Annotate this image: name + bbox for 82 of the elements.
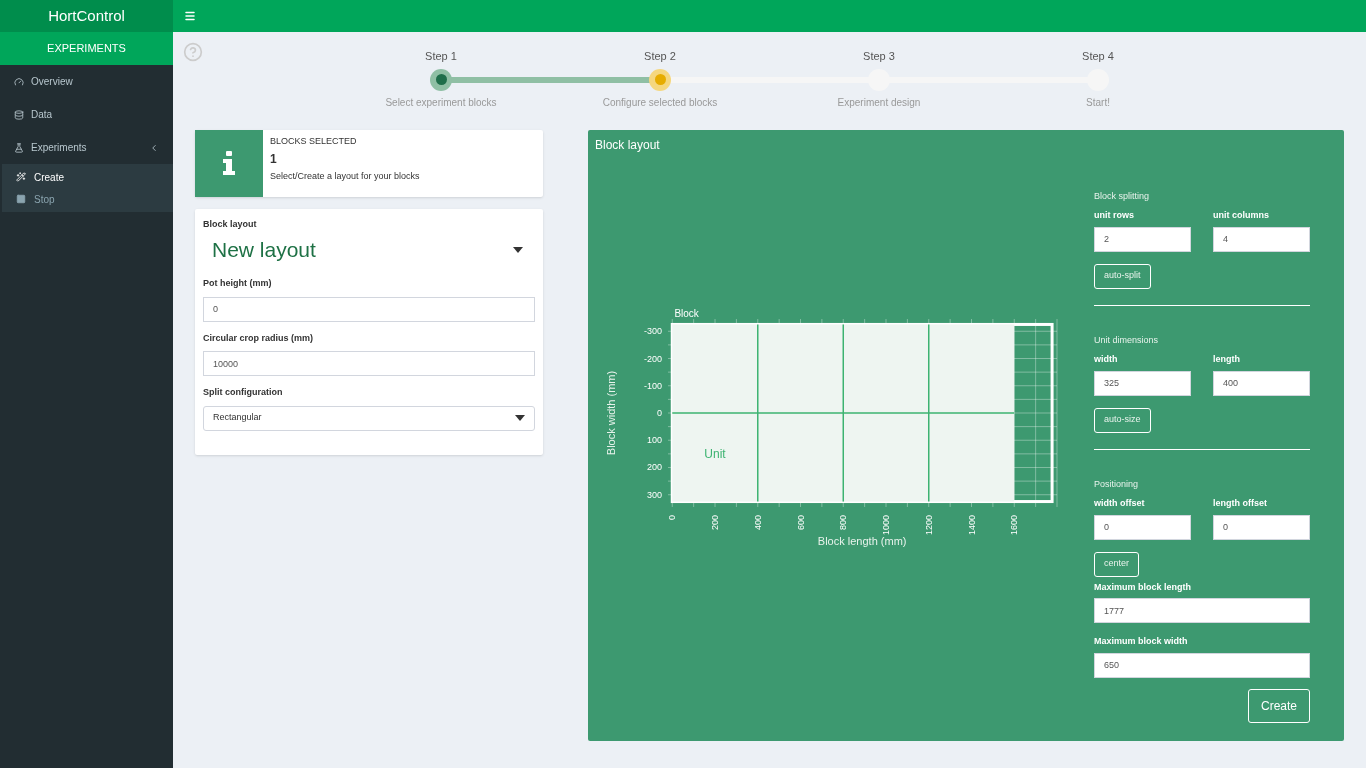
submenu-item[interactable]: Create [2,166,173,188]
step-title: Step 2 [644,49,676,64]
x-tick-label: 200 [710,515,720,531]
flask-icon [14,142,24,153]
x-tick-label: 1600 [1009,515,1020,536]
section-title: Block splitting [1094,189,1151,203]
y-tick-label: 0 [657,408,662,419]
input-field[interactable]: 325 [1094,370,1191,396]
step-title: Step 1 [425,49,457,64]
caret-icon [515,415,525,421]
sidebar-item[interactable]: Experiments [0,131,173,164]
input-field[interactable]: 650 [1094,652,1310,678]
y-tick-label: 200 [646,462,662,473]
field-label: length offset [1213,497,1268,510]
x-axis-title: Block length (mm) [817,535,907,548]
brand-title: HortControl [48,5,125,26]
sidebar-item[interactable]: Data [0,98,173,131]
submenu-item[interactable]: Stop [2,188,173,210]
chart-annotation: Unit [704,447,726,462]
input-field[interactable]: 10000 [203,351,535,376]
info-title: BLOCKS SELECTED [270,134,358,148]
sidebar-label: Overview [31,75,74,89]
field-label: width [1094,353,1119,366]
panel-title: Block layout [595,136,661,154]
menu-icon[interactable] [184,10,196,22]
y-tick-label: -200 [644,353,662,364]
step-caption: Configure selected blocks [602,95,718,110]
x-tick-label: 1400 [966,515,977,536]
step-title: Step 4 [1082,49,1114,64]
field-label: Maximum block width [1094,635,1189,648]
y-tick-label: -100 [644,381,662,391]
x-tick-label: 1000 [881,515,891,536]
sidebar-label: Data [31,108,54,122]
create-button[interactable]: Create [1247,688,1310,723]
input-field[interactable]: 0 [203,296,535,322]
wand-icon [16,172,26,182]
layout-select[interactable]: New layout [203,233,535,267]
step-caption: Start! [1086,95,1110,110]
caret-icon [513,247,523,253]
database-icon [14,109,24,120]
submenu-label: Stop [34,192,55,207]
sidebar-label: Experiments [31,141,88,155]
field-label: Pot height (mm) [203,277,273,290]
field-label: unit rows [1094,209,1135,222]
input-field[interactable]: 400 [1213,370,1310,396]
input-field[interactable]: 2 [1094,226,1191,252]
split-select[interactable]: Rectangular [203,405,535,431]
info-icon [222,151,236,175]
y-tick-label: -300 [644,326,662,337]
field-label: length [1213,353,1241,366]
field-label: Maximum block length [1094,580,1192,594]
step-title: Step 3 [863,49,895,64]
info-text: Select/Create a layout for your blocks [270,170,420,183]
section-title: Unit dimensions [1094,333,1160,347]
input-field[interactable]: 1777 [1094,598,1310,623]
section-title: EXPERIMENTS [47,41,126,57]
step-caption: Select experiment blocks [385,95,497,110]
input-field[interactable]: 0 [1213,514,1310,540]
sidebar-item[interactable]: Overview [0,65,173,98]
submenu-label: Create [34,170,64,185]
square-icon [16,194,26,204]
chevron-icon [149,142,159,153]
field-label: Split configuration [203,386,284,399]
input-field[interactable]: 0 [1094,514,1191,540]
field-label: width offset [1094,497,1146,510]
field-label: Circular crop radius (mm) [203,331,315,345]
x-tick-label: 800 [838,515,849,531]
field-label: unit columns [1213,209,1270,222]
input-field[interactable]: 4 [1213,226,1310,252]
y-tick-label: 100 [646,435,662,446]
info-count: 1 [270,151,278,168]
section-title: Positioning [1094,477,1140,491]
x-tick-label: 1200 [923,515,934,536]
field-label: Block layout [203,217,258,231]
y-tick-label: 300 [646,490,662,500]
x-tick-label: 600 [795,515,806,531]
chart-annotation: Block [674,308,699,320]
y-axis-title: Block width (mm) [605,371,617,456]
x-tick-label: 0 [667,515,678,521]
x-tick-label: 400 [752,515,763,531]
step-caption: Experiment design [837,95,921,110]
gauge-icon [14,76,24,87]
